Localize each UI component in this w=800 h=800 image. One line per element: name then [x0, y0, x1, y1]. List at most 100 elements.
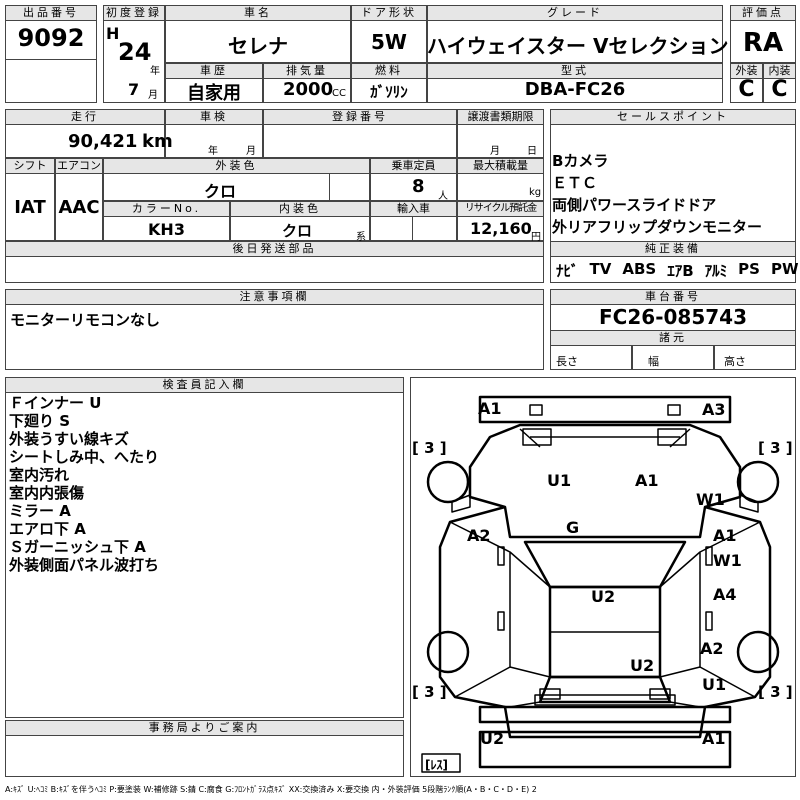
color-no-label: カラーNo.	[103, 201, 230, 217]
damage-mark: W1	[713, 551, 742, 570]
spec-label: 諸元	[550, 330, 796, 346]
inspector-label: 検査員記入欄	[5, 377, 404, 393]
caution-text: モニターリモコンなし	[10, 311, 161, 329]
legend-text: A:ｷｽﾞ U:ﾍｺﾐ B:ｷｽﾞを伴うﾍｺﾐ P:要塗装 W:補修跡 S:錆 …	[5, 785, 537, 794]
sales-point-item: 両側パワースライドドア	[552, 196, 717, 214]
recycle-label: リサイクル預託金	[457, 201, 544, 217]
fuel-label: 燃料	[351, 63, 427, 79]
chassis-number: FC26-085743	[599, 305, 747, 329]
reg-month-unit: 月	[148, 90, 158, 101]
equipment-item: ｱﾙﾐ	[704, 262, 728, 280]
int-grade: C	[771, 77, 788, 102]
damage-mark: U2	[591, 587, 615, 606]
history: 自家用	[187, 83, 241, 104]
load-unit: kg	[529, 187, 542, 198]
reg-year-unit: 年	[150, 66, 160, 77]
damage-mark: A2	[700, 639, 724, 658]
equipment-label: 純正装備	[550, 241, 796, 257]
color-sub-cell	[329, 173, 370, 201]
office-label: 事務局よりご案内	[5, 720, 404, 736]
equipment-list: ﾅﾋﾞ TV ABS ｴｱB ｱﾙﾐ PS PW	[556, 260, 799, 281]
shift-label: シフト	[5, 158, 55, 174]
capacity-label: 乗車定員	[370, 158, 457, 174]
damage-mark: G	[566, 518, 579, 537]
color-no: KH3	[148, 220, 185, 239]
damage-mark: A2	[467, 526, 491, 545]
damage-mark: U1	[702, 675, 726, 694]
transfer-month-unit: 月	[490, 146, 500, 157]
damage-mark: A1	[635, 471, 659, 490]
tire-label: [ 3 ]	[412, 683, 447, 701]
transfer-label: 譲渡書類期限	[457, 109, 544, 125]
inspector-note: ミラー A	[9, 502, 71, 520]
lot-label: 出品番号	[5, 5, 97, 21]
equipment-item: PW	[770, 260, 799, 278]
front-bumper-shape	[478, 395, 732, 424]
inspector-note: 外装うすい線キズ	[9, 430, 130, 448]
transfer-day-unit: 日	[527, 146, 537, 157]
inspector-note: 外装側面パネル波打ち	[9, 556, 160, 574]
registration-label: 登録番号	[263, 109, 457, 125]
inspector-note: 下廻り S	[9, 412, 71, 430]
score: RA	[742, 28, 784, 58]
tire-label: [ 3 ]	[412, 439, 447, 457]
grade: ハイウェイスター Vセレクション	[427, 34, 729, 58]
capacity: 8	[412, 176, 425, 197]
car-name: セレナ	[228, 34, 288, 58]
lot-number: 9092	[17, 24, 85, 52]
history-label: 車歴	[165, 63, 263, 79]
equipment-item: ｴｱB	[667, 262, 694, 280]
displacement-unit: CC	[332, 88, 346, 99]
ac: AAC	[58, 197, 100, 218]
damage-mark: W1	[696, 490, 725, 509]
equipment-item: ﾅﾋﾞ	[556, 262, 579, 280]
door-type: 5W	[371, 30, 407, 54]
office-cell	[5, 735, 404, 777]
first-reg-label: 初度登録	[103, 5, 165, 21]
score-label: 評価点	[730, 5, 796, 21]
insp-year-unit: 年	[208, 146, 218, 157]
mileage: 90,421	[68, 131, 138, 152]
sales-point-item: 外リアフリップダウンモニター	[552, 218, 763, 236]
inspector-note: エアロ下 A	[9, 520, 86, 538]
tire-label: [ 3 ]	[758, 683, 793, 701]
recycle: 12,160	[470, 219, 532, 238]
length-label: 長さ	[556, 355, 578, 368]
load-label: 最大積載量	[457, 158, 544, 174]
sales-point-item: ＥＴＣ	[552, 174, 598, 192]
width-cell	[632, 345, 714, 370]
equipment-item: TV	[589, 260, 612, 278]
inspector-note: Ｆインナー U	[9, 394, 102, 412]
chassis-label: 車台番号	[550, 289, 796, 305]
sales-points-label: セールスポイント	[550, 109, 796, 125]
tire-label: [ 3 ]	[758, 439, 793, 457]
width-label: 幅	[648, 355, 659, 368]
later-parts-label: 後日発送部品	[5, 241, 544, 257]
damage-mark: A1	[702, 729, 726, 748]
height-label: 高さ	[724, 355, 746, 368]
damage-mark: A4	[713, 585, 737, 604]
sales-point-item: Bカメラ	[552, 152, 609, 170]
ext-grade: C	[738, 77, 755, 102]
shift: IAT	[14, 197, 46, 218]
damage-mark: A3	[702, 400, 726, 419]
caution-label: 注意事項欄	[5, 289, 544, 305]
inspector-notes: Ｆインナー U 下廻り S 外装うすい線キズ シートしみ中、へたり 室内汚れ 室…	[9, 394, 159, 574]
equipment-item: ABS	[622, 260, 657, 278]
ac-label: エアコン	[55, 158, 103, 174]
capacity-unit: 人	[438, 191, 448, 202]
color: クロ	[204, 182, 237, 201]
damage-mark: A1	[713, 526, 737, 545]
displacement: 2000	[283, 79, 334, 100]
displacement-label: 排気量	[263, 63, 351, 79]
car-damage-diagram: A1 A3 U1 A1 W1 G A2 A1 W1 U2 A4 A2 U2 U1…	[412, 395, 793, 773]
fuel: ｶﾞｿﾘﾝ	[370, 83, 408, 101]
registration-cell	[263, 124, 457, 158]
inspector-note: 室内内張傷	[9, 484, 85, 502]
inspection-label: 車検	[165, 109, 263, 125]
inspector-note: 室内汚れ	[9, 466, 70, 484]
model-label: 型式	[427, 63, 723, 79]
damage-mark: U1	[547, 471, 571, 490]
import-label: 輸入車	[370, 201, 457, 217]
car-name-label: 車名	[165, 5, 351, 21]
